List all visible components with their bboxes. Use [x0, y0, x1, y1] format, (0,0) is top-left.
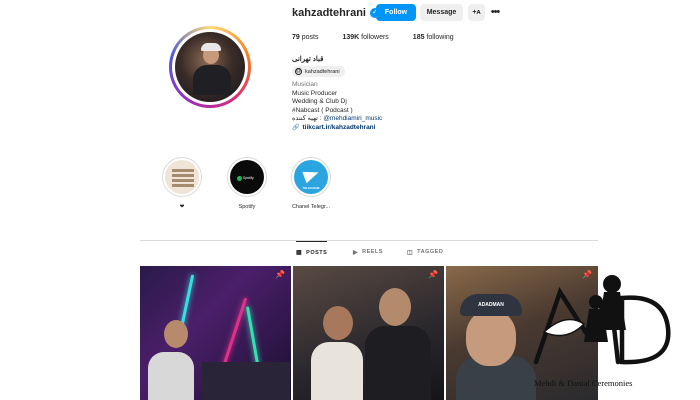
followers-count: 139K	[342, 34, 360, 41]
post-person-body	[311, 342, 363, 400]
profile-stats: 79 posts 139K followers 185 following	[292, 34, 478, 41]
profile-display-name: قباد تهرانی	[292, 56, 324, 63]
post-person-cap: ADADMAN	[460, 294, 522, 316]
following-stat[interactable]: 185 following	[413, 34, 454, 41]
tab-label: POSTS	[306, 249, 328, 256]
threads-handle: kahzadtehrani	[305, 68, 340, 75]
avatar-person-cap	[201, 43, 221, 51]
calligraphy-cover-image	[165, 160, 199, 194]
post-person-head	[164, 320, 188, 348]
bio-link-text: tiikcart.ir/kahzadtehrani	[302, 123, 376, 131]
post-person-head	[323, 306, 353, 340]
watermark-caption: Mehdi & Danial Ceremonies	[534, 378, 633, 388]
profile-username: kahzadtehrani	[292, 7, 366, 19]
tab-tagged[interactable]: ◫ TAGGED	[407, 241, 443, 263]
bio-external-link[interactable]: 🔗 tiikcart.ir/kahzadtehrani	[292, 124, 382, 133]
post-person-head	[379, 288, 411, 326]
tab-posts[interactable]: ▦ POSTS	[296, 241, 328, 263]
telegram-cover-image: TELEGRAM	[294, 160, 328, 194]
threads-badge[interactable]: @ kahzadtehrani	[292, 66, 345, 77]
bio-line: #Nabcast ( Podcast )	[292, 106, 353, 114]
avatar-border	[172, 29, 248, 105]
tab-label: TAGGED	[417, 249, 444, 255]
profile-bio: Musician Music Producer Wedding & Club D…	[292, 81, 382, 132]
followers-label: followers	[361, 34, 389, 41]
highlight-item[interactable]: Spotify Spotify	[217, 157, 277, 210]
bio-category: Musician	[292, 81, 318, 88]
follow-button[interactable]: Follow	[376, 4, 416, 21]
highlight-label: ❤	[179, 204, 185, 210]
highlight-cover	[162, 157, 202, 197]
bio-mention-link[interactable]: @mehdiamiri_music	[323, 115, 382, 122]
spotify-cover-image: Spotify	[230, 160, 264, 194]
watermark-figure-head	[603, 275, 621, 293]
telegram-logo-icon	[302, 166, 321, 184]
add-user-button[interactable]: +ᴀ	[468, 4, 485, 21]
tab-label: REELS	[362, 249, 383, 255]
bio-line: Wedding & Club Dj	[292, 98, 347, 105]
spotify-cover-text: Spotify	[243, 176, 254, 180]
post-studio-desk	[202, 362, 290, 400]
watermark-logo	[533, 275, 671, 365]
followers-stat[interactable]: 139K followers	[342, 34, 388, 41]
bio-producer-line: تهیه کننده : @mehdiamiri_music	[292, 115, 382, 124]
posts-count: 79	[292, 34, 300, 41]
highlight-label: Chanel Telegr...	[291, 204, 331, 210]
post-thumbnail[interactable]: 📌	[293, 266, 444, 400]
highlight-cover: Spotify	[227, 157, 267, 197]
watermark-letter-d	[619, 295, 671, 365]
more-options-button[interactable]: •••	[488, 4, 502, 21]
message-button[interactable]: Message	[420, 4, 463, 21]
telegram-cover-text: TELEGRAM	[302, 186, 320, 190]
link-icon: 🔗	[292, 124, 300, 131]
bio-producer-prefix: تهیه کننده :	[292, 115, 324, 122]
highlight-item[interactable]: TELEGRAM Chanel Telegr...	[281, 157, 341, 210]
posts-stat: 79 posts	[292, 34, 318, 41]
highlight-item[interactable]: ❤	[152, 157, 212, 210]
highlight-label: Spotify	[238, 204, 256, 210]
tagged-icon: ◫	[407, 249, 414, 256]
pin-icon: 📌	[428, 270, 438, 279]
posts-label: posts	[301, 34, 319, 41]
post-person-head	[466, 310, 516, 366]
spotify-logo-icon: Spotify	[237, 175, 259, 181]
username-row: kahzadtehrani ✓	[292, 5, 380, 21]
reels-icon: ▶	[353, 249, 359, 256]
avatar-person-body	[193, 65, 231, 95]
avatar-image	[175, 32, 245, 102]
highlight-cover: TELEGRAM	[291, 157, 331, 197]
post-thumbnail[interactable]: 📌	[140, 266, 291, 400]
profile-avatar[interactable]	[169, 26, 251, 108]
following-label: following	[426, 34, 454, 41]
post-person-body	[365, 326, 431, 400]
post-person-body	[148, 352, 194, 400]
pin-icon: 📌	[275, 270, 285, 279]
bio-line: Music Producer	[292, 89, 338, 97]
grid-icon: ▦	[296, 250, 303, 256]
tab-reels[interactable]: ▶ REELS	[353, 241, 383, 263]
following-count: 185	[412, 34, 425, 41]
watermark-figure-head	[589, 295, 603, 309]
threads-icon: @	[295, 68, 302, 75]
